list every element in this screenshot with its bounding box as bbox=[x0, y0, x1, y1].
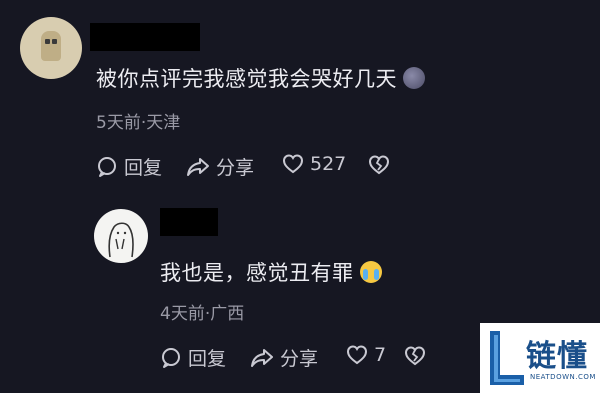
comment-text: 被你点评完我感觉我会哭好几天 bbox=[96, 63, 425, 93]
commenter-avatar[interactable] bbox=[94, 209, 148, 263]
reply-icon bbox=[98, 156, 116, 177]
share-label: 分享 bbox=[280, 348, 319, 370]
comment-meta: 5天前·天津 bbox=[96, 113, 181, 133]
like-button[interactable]: 7 bbox=[346, 344, 386, 366]
watermark-name: 链懂 bbox=[526, 339, 588, 374]
share-button[interactable]: 分享 bbox=[186, 153, 254, 180]
loudly-crying-face-icon bbox=[359, 261, 382, 283]
redacted-username[interactable] bbox=[160, 208, 218, 236]
avatar-eye bbox=[45, 39, 50, 44]
comment-text-content: 被你点评完我感觉我会哭好几天 bbox=[96, 67, 397, 91]
heart-icon bbox=[282, 154, 304, 174]
reply-label: 回复 bbox=[188, 348, 227, 370]
comment-text: 我也是，感觉丑有罪 bbox=[160, 257, 382, 287]
new-moon-face-icon bbox=[403, 67, 425, 89]
like-count: 527 bbox=[310, 153, 347, 175]
share-arrow-icon bbox=[187, 157, 209, 176]
reply-button[interactable]: 回复 bbox=[96, 153, 162, 180]
cartoon-avatar-icon bbox=[108, 222, 134, 258]
broken-heart-icon bbox=[368, 155, 390, 175]
heart-icon bbox=[346, 345, 368, 365]
logo-l-mark-icon bbox=[490, 331, 524, 385]
dislike-button[interactable] bbox=[404, 346, 432, 366]
reply-label: 回复 bbox=[124, 157, 163, 179]
broken-heart-icon bbox=[404, 346, 426, 366]
commenter-avatar[interactable] bbox=[20, 17, 82, 79]
like-button[interactable]: 527 bbox=[282, 153, 346, 175]
redacted-username[interactable] bbox=[90, 23, 200, 51]
watermark-logo: 链懂 NEATDOWN.COM bbox=[480, 323, 600, 393]
reply-button[interactable]: 回复 bbox=[160, 344, 226, 371]
dislike-button[interactable] bbox=[368, 155, 396, 175]
comment-meta: 4天前·广西 bbox=[160, 304, 245, 324]
watermark-sub: NEATDOWN.COM bbox=[530, 373, 596, 381]
reply-icon bbox=[162, 347, 180, 368]
avatar-eye bbox=[52, 39, 57, 44]
comment-text-content: 我也是，感觉丑有罪 bbox=[160, 261, 354, 285]
like-count: 7 bbox=[374, 344, 387, 366]
avatar-figure bbox=[41, 31, 61, 61]
share-arrow-icon bbox=[251, 348, 273, 367]
share-button[interactable]: 分享 bbox=[250, 344, 318, 371]
share-label: 分享 bbox=[216, 157, 255, 179]
